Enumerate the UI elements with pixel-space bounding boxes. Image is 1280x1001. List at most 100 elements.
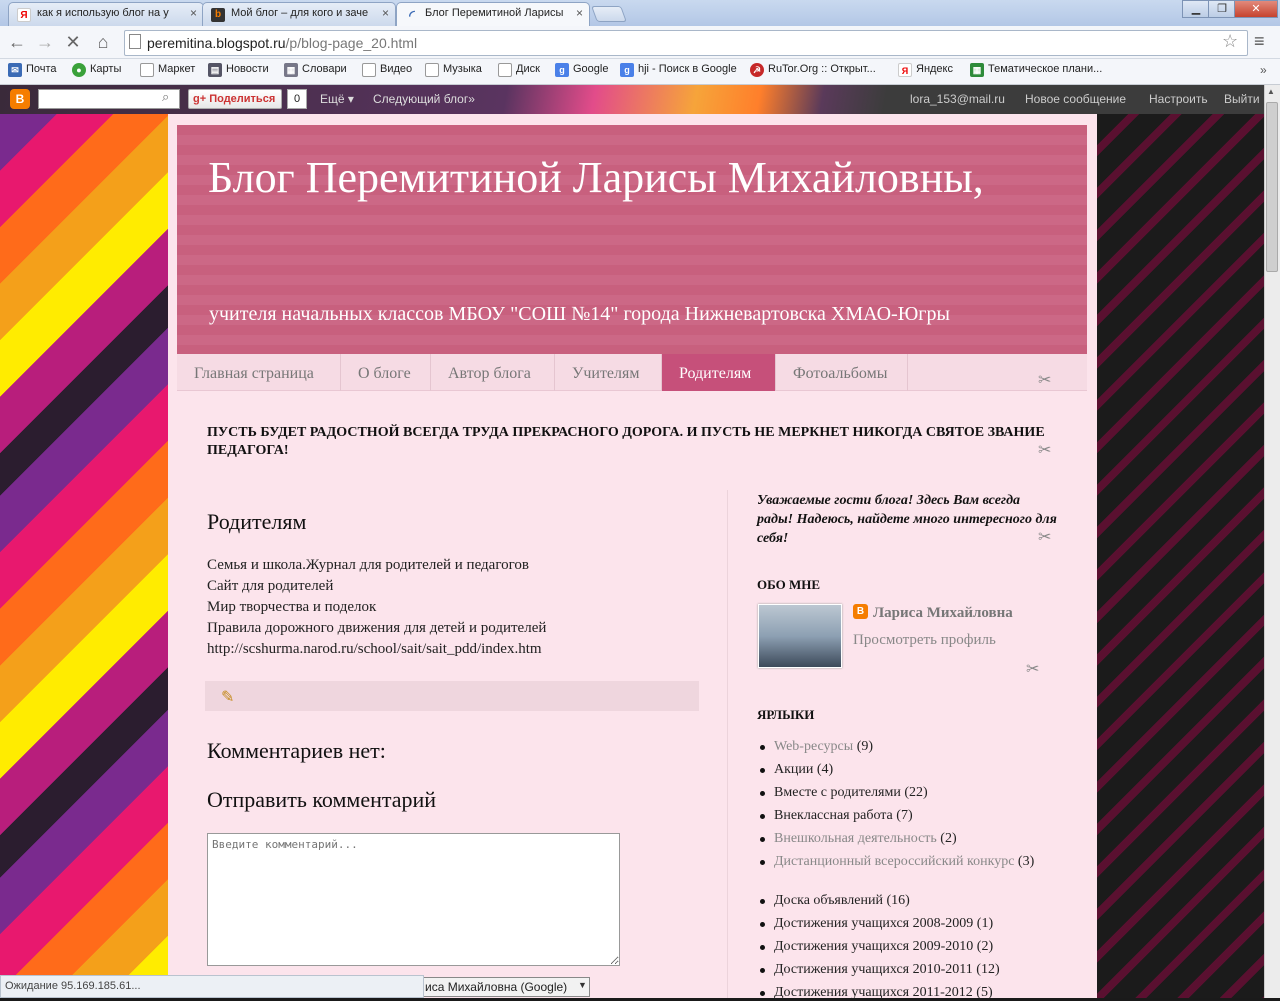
label-item[interactable]: Доска объявлений (16) <box>774 892 1054 909</box>
edit-gadget-icon[interactable]: ✂ <box>1038 527 1051 547</box>
home-icon[interactable]: ⌂ <box>92 31 114 53</box>
label-name[interactable]: Внеклассная работа <box>774 808 893 823</box>
tab-about-blog[interactable]: О блоге <box>341 354 431 391</box>
edit-pencil-icon[interactable]: ✎ <box>221 687 234 707</box>
tab-title: как я использую блог на у <box>37 7 169 19</box>
sign-out-link[interactable]: Выйти <box>1224 92 1260 106</box>
tab-photo-albums[interactable]: Фотоальбомы <box>776 354 908 391</box>
stop-loading-icon[interactable]: ✕ <box>62 31 84 53</box>
comment-textarea[interactable] <box>207 833 620 966</box>
comments-heading: Комментариев нет: <box>207 738 386 763</box>
address-bar[interactable]: peremitina.blogspot.ru/p/blog-page_20.ht… <box>124 30 1248 56</box>
post-link[interactable]: Сайт для родителей <box>207 578 333 595</box>
bookmark-item[interactable]: ☭ RuTor.Org :: Открыт... <box>750 63 876 77</box>
label-name[interactable]: Акции <box>774 762 813 777</box>
maximize-button[interactable]: ❐ <box>1208 0 1236 18</box>
browser-tab-1[interactable]: Я как я использую блог на у × <box>8 2 204 26</box>
comment-as-select[interactable]: иса Михайловна (Google) <box>420 977 590 997</box>
share-button[interactable]: g+ Поделиться <box>188 89 282 109</box>
back-arrow-icon[interactable]: ← <box>6 31 28 53</box>
profile-name[interactable]: Лариса Михайловна <box>873 605 1013 622</box>
label-name[interactable]: Дистанционный всероссийский конкурс <box>774 854 1014 869</box>
loading-icon: ◜ <box>409 7 415 23</box>
bullet-icon <box>760 837 765 842</box>
customize-link[interactable]: Настроить <box>1149 92 1208 106</box>
blogger-logo-icon[interactable]: B <box>10 89 30 109</box>
chevron-down-icon[interactable]: ▼ <box>578 980 587 990</box>
label-name[interactable]: Вместе с родителями <box>774 785 901 800</box>
label-name[interactable]: Достижения учащихся 2010-2011 <box>774 962 973 977</box>
tab-teachers[interactable]: Учителям <box>555 354 662 391</box>
profile-avatar[interactable] <box>758 604 842 668</box>
label-name[interactable]: Достижения учащихся 2008-2009 <box>774 916 973 931</box>
new-tab-button[interactable] <box>591 6 627 22</box>
bullet-icon <box>760 745 765 750</box>
label-item[interactable]: Вместе с родителями (22) <box>774 784 1054 801</box>
bookmark-item[interactable]: Диск <box>498 63 540 77</box>
close-window-button[interactable]: ✕ <box>1234 0 1278 18</box>
view-profile-link[interactable]: Просмотреть профиль <box>853 632 996 649</box>
tab-parents[interactable]: Родителям <box>662 354 776 391</box>
edit-gadget-icon[interactable]: ✂ <box>1038 440 1051 460</box>
bookmark-item[interactable]: ▦ Словари <box>284 63 347 77</box>
google-icon: g <box>555 63 569 77</box>
blog-title[interactable]: Блог Перемитиной Ларисы Михайловны, <box>208 150 1068 206</box>
star-bookmark-icon[interactable]: ☆ <box>1222 31 1238 52</box>
post-link[interactable]: Правила дорожного движения для детей и р… <box>207 620 546 637</box>
label-item[interactable]: Акции (4) <box>774 761 1054 778</box>
close-tab-icon[interactable]: × <box>382 6 389 20</box>
bookmark-item[interactable]: ▤ Новости <box>208 63 269 77</box>
bookmark-item[interactable]: ● Карты <box>72 63 121 77</box>
bookmarks-overflow-icon[interactable]: » <box>1260 63 1267 77</box>
label-item[interactable]: Внешкольная деятельность (2) <box>774 830 1054 847</box>
welcome-message: Уважаемые гости блога! Здесь Вам всегда … <box>757 493 1057 546</box>
label-name[interactable]: Достижения учащихся 2009-2010 <box>774 939 973 954</box>
dictionary-icon: ▦ <box>284 63 298 77</box>
label-name[interactable]: Web-ресурсы <box>774 739 853 754</box>
browser-tab-2[interactable]: b Мой блог – для кого и заче × <box>202 2 396 26</box>
label-name[interactable]: Внешкольная деятельность <box>774 831 937 846</box>
bookmark-item[interactable]: g hji - Поиск в Google <box>620 63 737 77</box>
label-item[interactable]: Достижения учащихся 2008-2009 (1) <box>774 915 1054 932</box>
label-item[interactable]: Достижения учащихся 2009-2010 (2) <box>774 938 1054 955</box>
bookmark-item[interactable]: ▦ Тематическое плани... <box>970 63 1102 77</box>
bookmark-item[interactable]: Маркет <box>140 63 195 77</box>
label-item[interactable]: Достижения учащихся 2010-2011 (12) <box>774 961 1054 978</box>
new-post-link[interactable]: Новое сообщение <box>1025 92 1126 106</box>
edit-gadget-icon[interactable]: ✂ <box>1038 370 1051 390</box>
more-menu[interactable]: Ещё ▾ <box>320 92 354 106</box>
edit-gadget-icon[interactable]: ✂ <box>1026 659 1039 679</box>
blog-search-input[interactable] <box>38 89 180 109</box>
label-item[interactable]: Внеклассная работа (7) <box>774 807 1054 824</box>
bookmark-item[interactable]: Я Яндекс <box>898 63 953 77</box>
bookmark-item[interactable]: Музыка <box>425 63 482 77</box>
post-link[interactable]: Семья и школа.Журнал для родителей и пед… <box>207 557 529 574</box>
browser-tab-3-active[interactable]: ◜ Блог Перемитиной Ларисы × <box>396 2 590 27</box>
close-tab-icon[interactable]: × <box>576 6 583 20</box>
scroll-up-icon[interactable]: ▲ <box>1267 87 1275 96</box>
label-count: (9) <box>856 739 874 754</box>
post-footer-bar <box>205 681 699 711</box>
label-item[interactable]: Достижения учащихся 2011-2012 (5) <box>774 984 1054 1001</box>
post-link[interactable]: Мир творчества и поделок <box>207 599 376 616</box>
tab-author[interactable]: Автор блога <box>431 354 555 391</box>
close-tab-icon[interactable]: × <box>190 6 197 20</box>
post-link[interactable]: http://scshurma.narod.ru/school/sait/sai… <box>207 641 542 658</box>
tab-home[interactable]: Главная страница <box>177 354 341 391</box>
label-item[interactable]: Web-ресурсы (9) <box>774 738 1054 755</box>
bullet-icon <box>760 991 765 996</box>
labels-heading: ЯРЛЫКИ <box>757 707 815 722</box>
label-name[interactable]: Доска объявлений <box>774 893 883 908</box>
forward-arrow-icon[interactable]: → <box>34 31 56 53</box>
bullet-icon <box>760 899 765 904</box>
minimize-button[interactable]: ▁ <box>1182 0 1210 18</box>
bookmark-item[interactable]: ✉ Почта <box>8 63 57 77</box>
label-item[interactable]: Дистанционный всероссийский конкурс (3) <box>774 853 1054 870</box>
bookmark-item[interactable]: g Google <box>555 63 608 77</box>
scrollbar-thumb[interactable] <box>1266 102 1278 272</box>
wrench-menu-icon[interactable]: ≡ <box>1254 31 1265 52</box>
next-blog-link[interactable]: Следующий блог» <box>373 92 475 106</box>
search-icon[interactable]: ⌕ <box>162 89 169 105</box>
bookmark-item[interactable]: Видео <box>362 63 412 77</box>
label-count: (2) <box>976 939 994 954</box>
